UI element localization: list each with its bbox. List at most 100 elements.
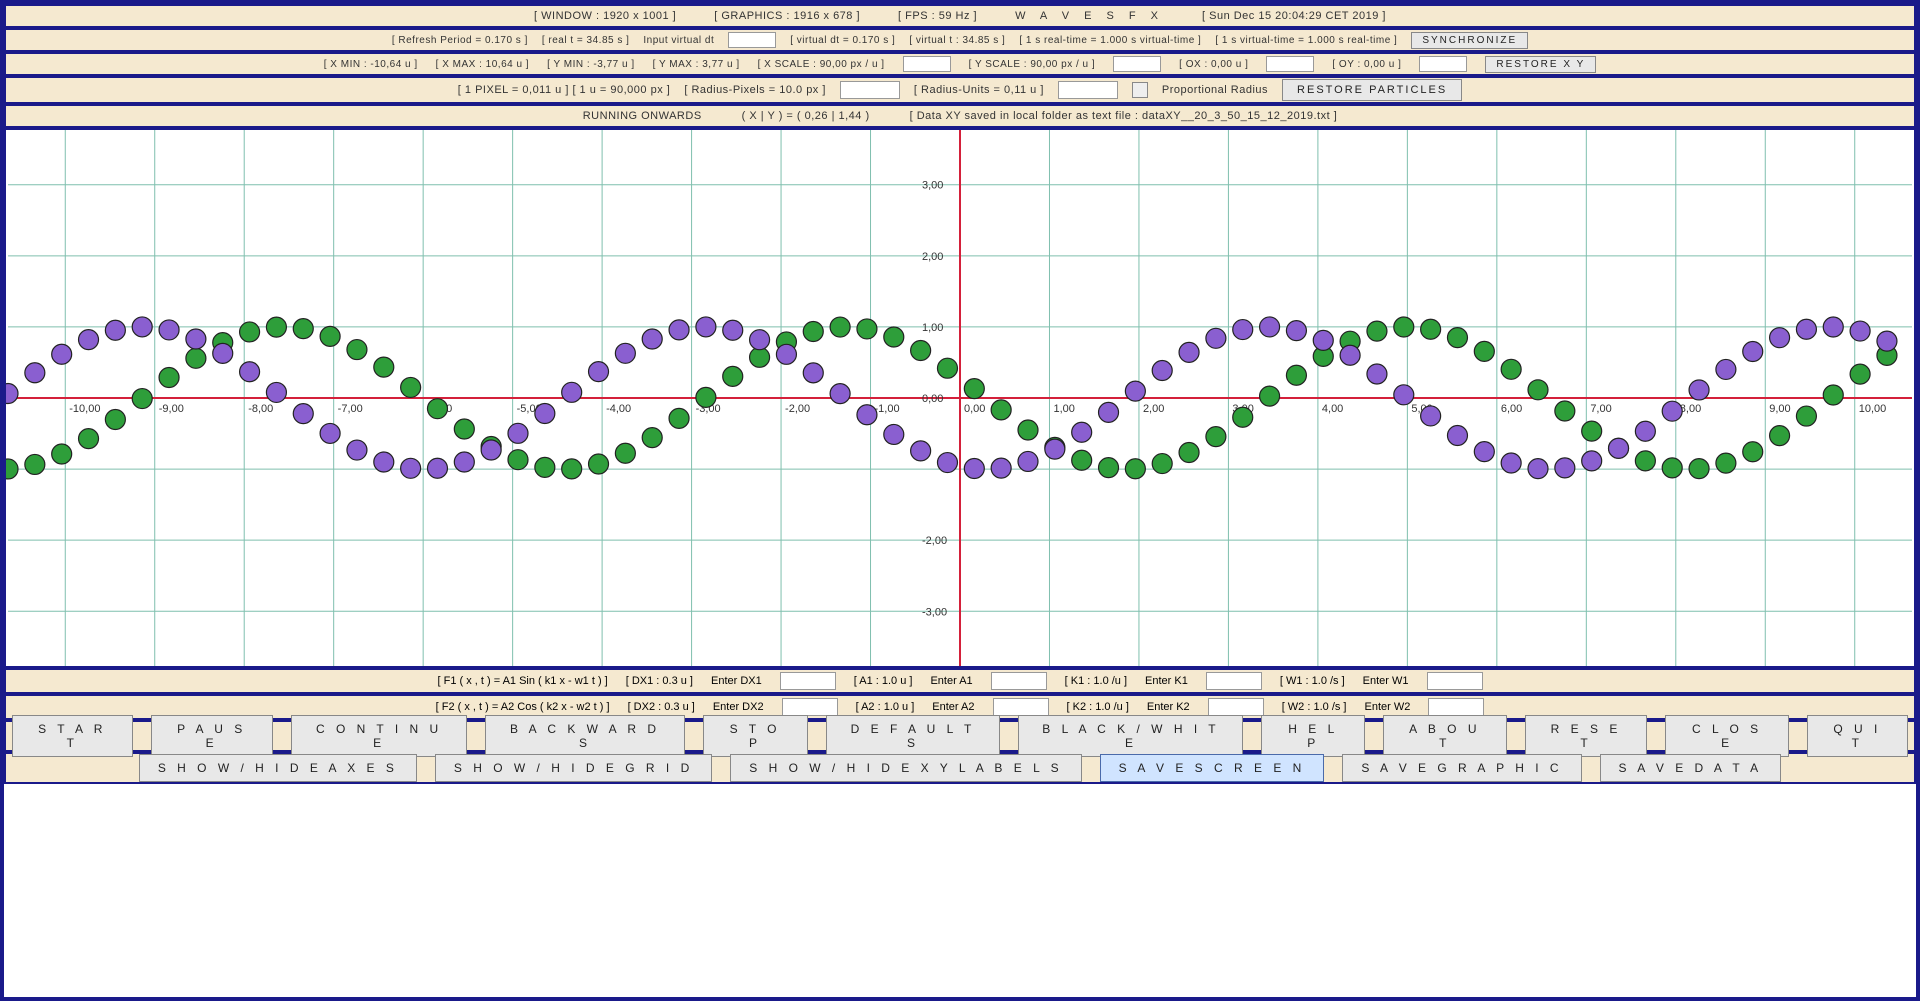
stop-button[interactable]: S T O P	[703, 715, 808, 757]
svg-text:-10,00: -10,00	[69, 403, 100, 415]
show-hide-axes-button[interactable]: S H O W / H I D E A X E S	[139, 754, 417, 782]
radius-px: [ Radius-Pixels = 10.0 px ]	[684, 84, 826, 96]
oy-input[interactable]	[1419, 56, 1467, 72]
save-data-button[interactable]: S A V E D A T A	[1600, 754, 1782, 782]
xscale-input[interactable]	[903, 56, 951, 72]
f1-a: [ A1 : 1.0 u ]	[854, 675, 913, 687]
svg-text:-9,00: -9,00	[159, 403, 184, 415]
xmin: [ X MIN : -10,64 u ]	[324, 59, 418, 70]
particle-bar: [ 1 PIXEL = 0,011 u ] [ 1 u = 90,000 px …	[4, 76, 1916, 104]
f1-enter-k: Enter K1	[1145, 675, 1188, 687]
f2-enter-dx: Enter DX2	[713, 701, 764, 713]
svg-text:0,00: 0,00	[964, 403, 985, 415]
f2-enter-k: Enter K2	[1147, 701, 1190, 713]
quit-button[interactable]: Q U I T	[1807, 715, 1908, 757]
f2-a: [ A2 : 1.0 u ]	[856, 701, 915, 713]
synchronize-button[interactable]: SYNCHRONIZE	[1411, 32, 1528, 49]
reset-button[interactable]: R E S E T	[1525, 715, 1648, 757]
xscale: [ X SCALE : 90,00 px / u ]	[758, 59, 885, 70]
oy: [ OY : 0,00 u ]	[1332, 59, 1401, 70]
virtual-t: [ virtual t : 34.85 s ]	[909, 35, 1005, 46]
status-bar: RUNNING ONWARDS ( X | Y ) = ( 0,26 | 1,4…	[4, 104, 1916, 128]
about-button[interactable]: A B O U T	[1383, 715, 1506, 757]
ox-input[interactable]	[1266, 56, 1314, 72]
svg-text:-7,00: -7,00	[338, 403, 363, 415]
radius-u-input[interactable]	[1058, 81, 1118, 99]
xy-coords: ( X | Y ) = ( 0,26 | 1,44 )	[742, 110, 870, 122]
svg-text:-3,00: -3,00	[922, 606, 947, 618]
yscale-input[interactable]	[1113, 56, 1161, 72]
f1-enter-a: Enter A1	[930, 675, 972, 687]
time-bar: [ Refresh Period = 0.170 s ] [ real t = …	[4, 28, 1916, 52]
header-bar: [ WINDOW : 1920 x 1001 ] [ GRAPHICS : 19…	[4, 4, 1916, 28]
refresh-period: [ Refresh Period = 0.170 s ]	[392, 35, 528, 46]
f2-dx: [ DX2 : 0.3 u ]	[628, 701, 695, 713]
f1-a-input[interactable]	[991, 672, 1047, 690]
help-button[interactable]: H E L P	[1261, 715, 1365, 757]
f1-w-input[interactable]	[1427, 672, 1483, 690]
xmax: [ X MAX : 10,64 u ]	[436, 59, 529, 70]
running-status: RUNNING ONWARDS	[583, 110, 702, 122]
f1-enter-w: Enter W1	[1363, 675, 1409, 687]
window-size: [ WINDOW : 1920 x 1001 ]	[534, 10, 676, 22]
f1-w: [ W1 : 1.0 /s ]	[1280, 675, 1345, 687]
f2-k-input[interactable]	[1208, 698, 1264, 716]
f1-formula: [ F1 ( x , t ) = A1 Sin ( k1 x - w1 t ) …	[437, 675, 607, 687]
show-hide-grid-button[interactable]: S H O W / H I D E G R I D	[435, 754, 712, 782]
radius-u: [ Radius-Units = 0,11 u ]	[914, 84, 1044, 96]
proportional-radius-checkbox[interactable]	[1132, 82, 1148, 98]
continue-button[interactable]: C O N T I N U E	[291, 715, 468, 757]
defaults-button[interactable]: D E F A U L T S	[826, 715, 1001, 757]
f1-k: [ K1 : 1.0 /u ]	[1065, 675, 1127, 687]
svg-text:3,00: 3,00	[922, 180, 943, 192]
f1-dx: [ DX1 : 0.3 u ]	[626, 675, 693, 687]
backwards-button[interactable]: B A C K W A R D S	[485, 715, 684, 757]
fps: [ FPS : 59 Hz ]	[898, 10, 977, 22]
svg-text:6,00: 6,00	[1501, 403, 1522, 415]
plot-area[interactable]: -10,00-9,00-8,00-7,00-6,00-5,00-4,00-3,0…	[4, 128, 1916, 668]
proportional-radius-label: Proportional Radius	[1162, 84, 1268, 96]
svg-text:-8,00: -8,00	[248, 403, 273, 415]
svg-text:9,00: 9,00	[1769, 403, 1790, 415]
f2-enter-w: Enter W2	[1364, 701, 1410, 713]
save-screen-button[interactable]: S A V E S C R E E N	[1100, 754, 1325, 782]
input-virtual-dt[interactable]	[728, 32, 776, 48]
svg-text:10,00: 10,00	[1859, 403, 1887, 415]
svg-text:7,00: 7,00	[1590, 403, 1611, 415]
f1-enter-dx: Enter DX1	[711, 675, 762, 687]
f1-k-input[interactable]	[1206, 672, 1262, 690]
f2-enter-a: Enter A2	[932, 701, 974, 713]
f1-bar: [ F1 ( x , t ) = A1 Sin ( k1 x - w1 t ) …	[4, 668, 1916, 694]
f2-w: [ W2 : 1.0 /s ]	[1282, 701, 1347, 713]
plot-svg: -10,00-9,00-8,00-7,00-6,00-5,00-4,00-3,0…	[6, 130, 1914, 666]
save-graphic-button[interactable]: S A V E G R A P H I C	[1342, 754, 1581, 782]
svg-text:-2,00: -2,00	[922, 535, 947, 547]
restore-xy-button[interactable]: RESTORE X Y	[1485, 56, 1596, 73]
f1-dx-input[interactable]	[780, 672, 836, 690]
svg-text:-4,00: -4,00	[606, 403, 631, 415]
ox: [ OX : 0,00 u ]	[1179, 59, 1248, 70]
button-row-2: S H O W / H I D E A X E S S H O W / H I …	[4, 752, 1916, 784]
axis-bar: [ X MIN : -10,64 u ] [ X MAX : 10,64 u ]…	[4, 52, 1916, 76]
saved-file: [ Data XY saved in local folder as text …	[910, 110, 1338, 122]
f2-dx-input[interactable]	[782, 698, 838, 716]
ymax: [ Y MAX : 3,77 u ]	[653, 59, 740, 70]
yscale: [ Y SCALE : 90,00 px / u ]	[969, 59, 1096, 70]
ymin: [ Y MIN : -3,77 u ]	[547, 59, 635, 70]
restore-particles-button[interactable]: RESTORE PARTICLES	[1282, 79, 1462, 101]
f2-a-input[interactable]	[993, 698, 1049, 716]
graphics-size: [ GRAPHICS : 1916 x 678 ]	[714, 10, 860, 22]
pause-button[interactable]: P A U S E	[151, 715, 273, 757]
timestamp: [ Sun Dec 15 20:04:29 CET 2019 ]	[1202, 10, 1386, 22]
blackwhite-button[interactable]: B L A C K / W H I T E	[1018, 715, 1243, 757]
vt-to-rt: [ 1 s virtual-time = 1.000 s real-time ]	[1215, 35, 1397, 46]
app-title: W A V E S F X	[1015, 10, 1164, 22]
svg-text:1,00: 1,00	[1053, 403, 1074, 415]
f2-w-input[interactable]	[1428, 698, 1484, 716]
start-button[interactable]: S T A R T	[12, 715, 133, 757]
radius-px-input[interactable]	[840, 81, 900, 99]
close-button[interactable]: C L O S E	[1665, 715, 1788, 757]
real-t: [ real t = 34.85 s ]	[542, 35, 630, 46]
show-hide-xy-labels-button[interactable]: S H O W / H I D E X Y L A B E L S	[730, 754, 1081, 782]
svg-text:-2,00: -2,00	[785, 403, 810, 415]
